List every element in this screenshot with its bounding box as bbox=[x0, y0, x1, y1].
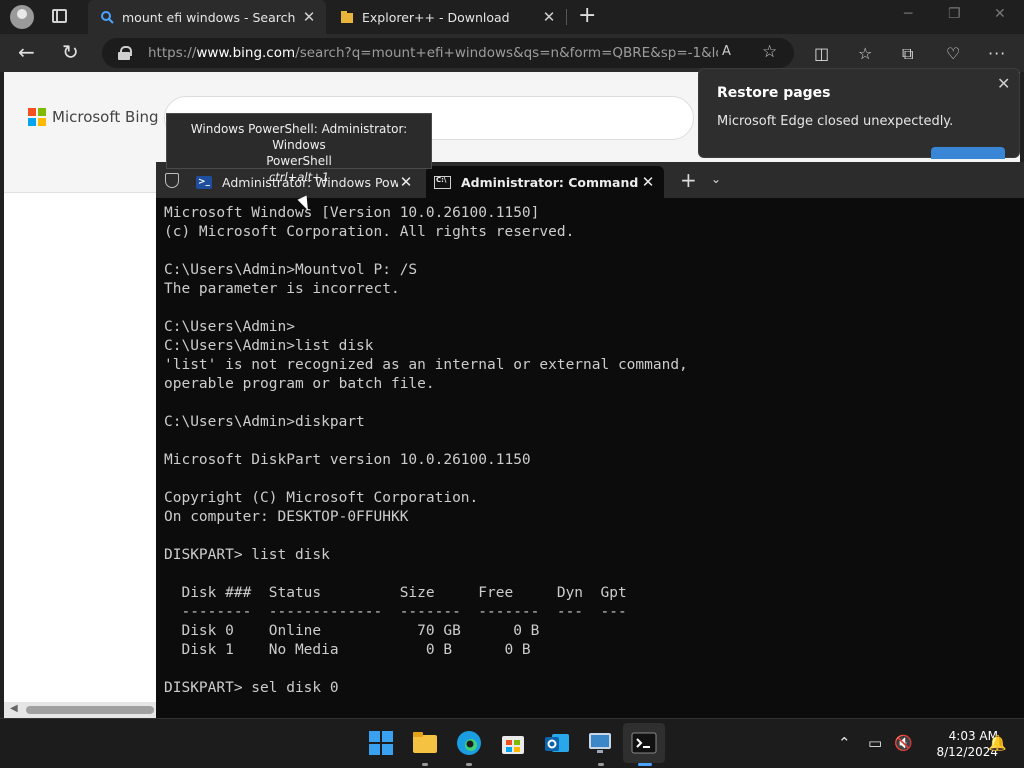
terminal-window: >_ Administrator: Windows PowerShell ✕ A… bbox=[156, 162, 1024, 718]
terminal-tab-title: Administrator: Command Prompt bbox=[461, 174, 640, 190]
app-running-indicator bbox=[422, 763, 428, 766]
volume-muted-icon[interactable]: 🔇 bbox=[894, 734, 913, 752]
clock-time: 4:03 AM bbox=[948, 729, 998, 743]
collections-icon[interactable]: ⧉ bbox=[902, 44, 913, 64]
browser-tab-search[interactable]: mount efi windows - Search ✕ bbox=[88, 0, 326, 34]
close-icon[interactable]: ✕ bbox=[997, 74, 1010, 93]
edge-icon[interactable] bbox=[455, 729, 483, 757]
tab-tooltip: Windows PowerShell: Administrator: Windo… bbox=[166, 113, 432, 184]
close-tab-icon[interactable]: ✕ bbox=[302, 8, 316, 26]
back-icon[interactable]: ← bbox=[18, 42, 35, 62]
scrollbar-thumb[interactable] bbox=[26, 706, 154, 714]
app-running-indicator bbox=[466, 763, 472, 766]
favorites-icon[interactable]: ☆ bbox=[858, 44, 872, 63]
terminal-tab-cmd[interactable]: Administrator: Command Prompt ✕ bbox=[426, 166, 664, 198]
bing-logo[interactable]: Microsoft Bing bbox=[28, 108, 159, 126]
browser-tab-title: mount efi windows - Search bbox=[122, 9, 296, 25]
favorite-star-icon[interactable]: ☆ bbox=[762, 42, 777, 62]
file-explorer-icon[interactable] bbox=[411, 729, 439, 757]
refresh-icon[interactable]: ↻ bbox=[62, 42, 79, 62]
browser-tab-explorer[interactable]: Explorer++ - Download ✕ bbox=[328, 0, 566, 34]
store-icon[interactable] bbox=[499, 729, 527, 757]
profile-avatar-icon[interactable] bbox=[10, 5, 34, 29]
new-tab-icon[interactable]: + bbox=[680, 168, 697, 192]
split-screen-icon[interactable]: ◫ bbox=[814, 44, 829, 63]
tab-actions-icon[interactable] bbox=[52, 9, 67, 23]
network-icon[interactable]: ▭ bbox=[868, 734, 882, 752]
minimize-icon[interactable]: ─ bbox=[904, 6, 912, 22]
bing-search-icon bbox=[101, 11, 114, 24]
folder-icon bbox=[341, 11, 353, 23]
taskbar: ⌃ ▭ 🔇 4:03 AM 8/12/2024 🔔 bbox=[0, 718, 1024, 768]
restore-window-icon[interactable]: ❐ bbox=[948, 6, 961, 22]
browser-tab-bar: mount efi windows - Search ✕ Explorer++ … bbox=[0, 0, 1024, 34]
horizontal-scrollbar[interactable]: ◀ bbox=[4, 702, 156, 718]
restore-button[interactable] bbox=[931, 147, 1005, 159]
outlook-icon[interactable] bbox=[543, 729, 571, 757]
close-tab-icon[interactable]: ✕ bbox=[542, 8, 556, 26]
url-text: https://www.bing.com/search?q=mount+efi+… bbox=[148, 45, 718, 61]
microsoft-logo-icon bbox=[28, 108, 46, 126]
notification-message: Microsoft Edge closed unexpectedly. bbox=[717, 114, 954, 129]
scroll-left-icon[interactable]: ◀ bbox=[10, 703, 18, 714]
clock-date: 8/12/2024 bbox=[936, 745, 998, 759]
close-window-icon[interactable]: ✕ bbox=[994, 6, 1006, 22]
tooltip-shortcut: ctrl+alt+1 bbox=[268, 170, 330, 184]
chevron-up-icon[interactable]: ⌃ bbox=[838, 734, 851, 752]
new-tab-icon[interactable]: + bbox=[578, 3, 596, 28]
console-output[interactable]: Microsoft Windows [Version 10.0.26100.11… bbox=[164, 204, 1014, 698]
system-clock[interactable]: 4:03 AM 8/12/2024 bbox=[918, 728, 998, 760]
browser-essentials-icon[interactable]: ♡ bbox=[946, 44, 960, 63]
app-active-indicator bbox=[638, 763, 652, 766]
results-panel bbox=[4, 192, 156, 702]
read-aloud-icon[interactable]: A bbox=[722, 44, 731, 59]
close-tab-icon[interactable]: ✕ bbox=[640, 173, 656, 191]
browser-toolbar: ← ↻ https://www.bing.com/search?q=mount+… bbox=[0, 34, 1024, 72]
app-running-indicator bbox=[598, 763, 604, 766]
tooltip-line-2: PowerShell bbox=[266, 154, 332, 168]
remote-desktop-icon[interactable] bbox=[587, 729, 615, 757]
start-icon[interactable] bbox=[367, 729, 395, 757]
address-bar[interactable]: https://www.bing.com/search?q=mount+efi+… bbox=[102, 38, 794, 68]
notification-title: Restore pages bbox=[717, 85, 831, 101]
restore-pages-notification: Restore pages Microsoft Edge closed unex… bbox=[698, 68, 1020, 159]
bing-logo-text: Microsoft Bing bbox=[52, 108, 159, 126]
tooltip-line-1: Windows PowerShell: Administrator: Windo… bbox=[190, 122, 408, 152]
lock-icon[interactable] bbox=[118, 46, 132, 60]
browser-tab-title: Explorer++ - Download bbox=[362, 9, 510, 25]
cmd-icon bbox=[434, 175, 451, 189]
tab-divider bbox=[566, 9, 567, 25]
terminal-icon[interactable] bbox=[630, 729, 658, 757]
notification-bell-icon[interactable]: 🔔 bbox=[988, 734, 1007, 752]
chevron-down-icon[interactable]: ⌄ bbox=[711, 172, 721, 186]
more-menu-icon[interactable]: ··· bbox=[988, 44, 1006, 63]
